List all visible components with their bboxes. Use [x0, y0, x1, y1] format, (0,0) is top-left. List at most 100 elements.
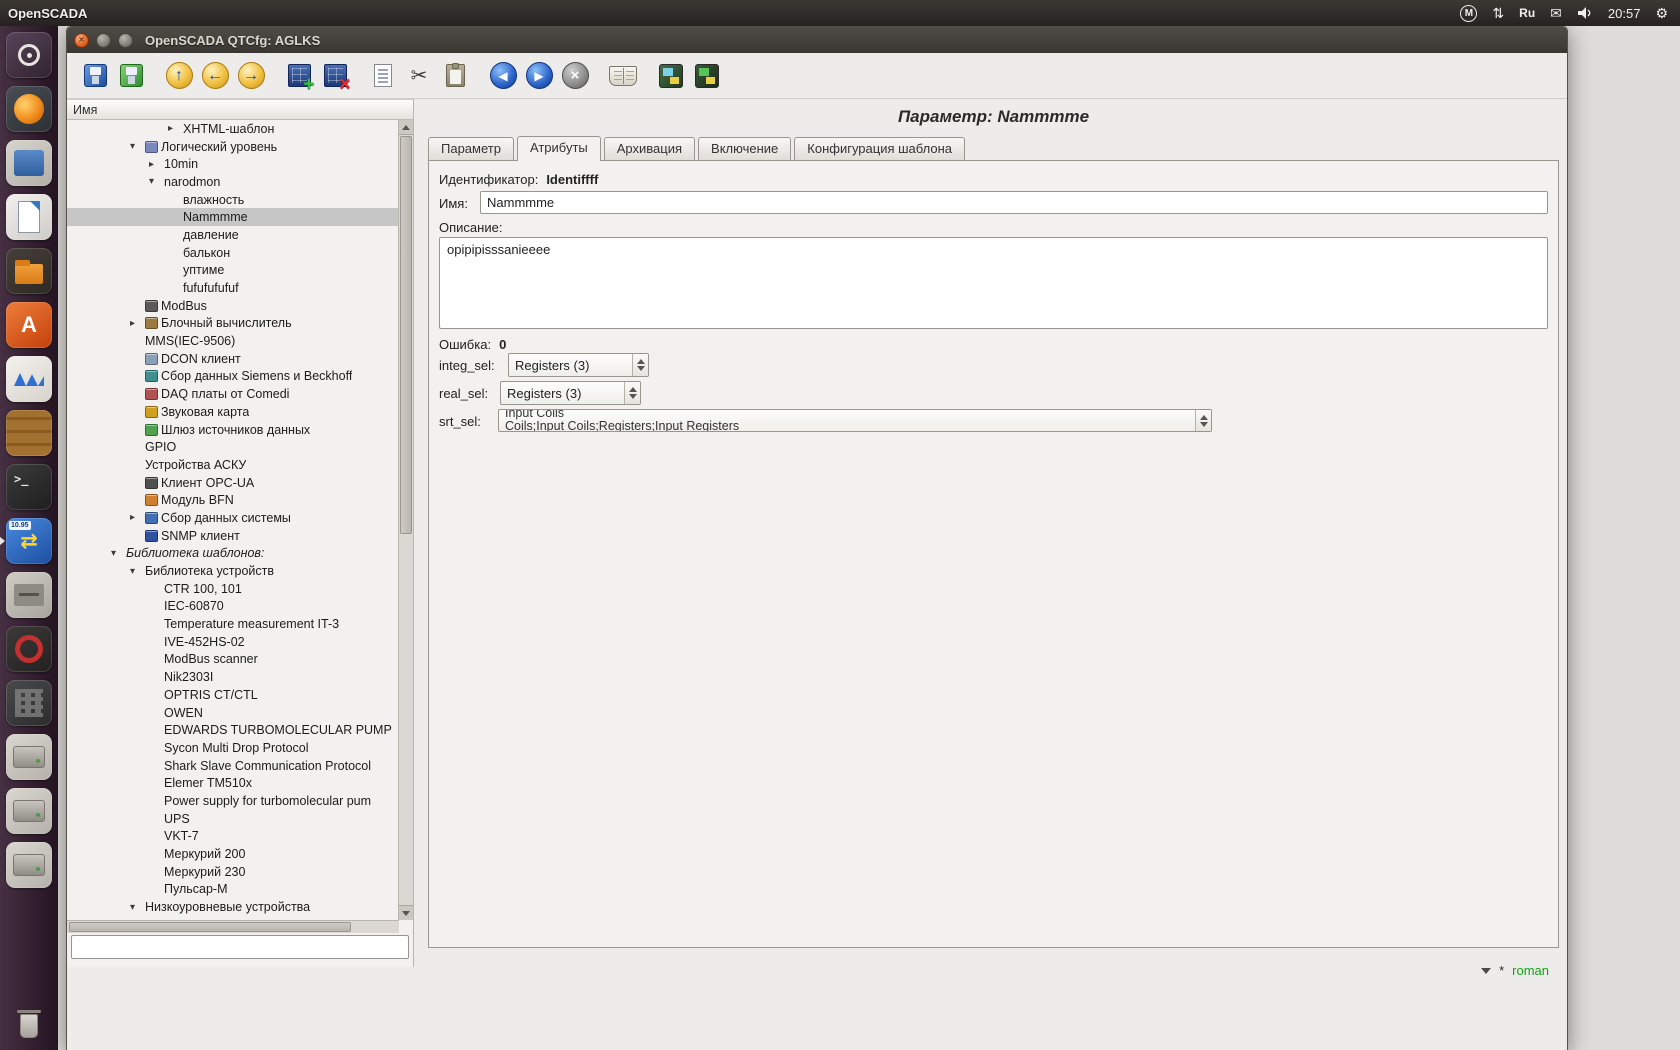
tree-expander-icon[interactable]: ▾ [130, 141, 145, 152]
session-gear-icon[interactable]: ⚙ [1655, 6, 1668, 20]
tree-item[interactable]: IEC-60870 [67, 598, 399, 616]
tree-item[interactable]: IVE-452HS-02 [67, 633, 399, 651]
tree-item[interactable]: Клиент OPC-UA [67, 474, 399, 492]
launcher-firefox-icon[interactable] [6, 86, 52, 132]
sync-arrows-icon[interactable]: ⇅ [1492, 6, 1504, 20]
tray-expander-icon[interactable] [1481, 968, 1491, 974]
tree-item[interactable]: DAQ платы от Comedi [67, 385, 399, 403]
tree-item[interactable]: ▾Библиотека устройств [67, 562, 399, 580]
tree-expander-icon[interactable]: ▾ [130, 902, 145, 913]
srt-sel-combobox[interactable]: Input Coils Coils;Input Coils;Registers;… [498, 409, 1212, 432]
cut-item-button[interactable]: ✂ [401, 58, 437, 94]
tree-item[interactable]: VKT-7 [67, 828, 399, 846]
tree-item[interactable]: ▸XHTML-шаблон [67, 120, 399, 138]
launcher-libreoffice-writer-icon[interactable] [6, 194, 52, 240]
launcher-media-player-icon[interactable] [6, 140, 52, 186]
tree-expander-icon[interactable]: ▸ [130, 318, 145, 329]
tree-item[interactable]: Шлюз источников данных [67, 421, 399, 439]
tree-item[interactable]: MMS(IEC-9506) [67, 332, 399, 350]
volume-icon[interactable] [1577, 6, 1593, 20]
tree-column-header[interactable]: Имя [67, 99, 413, 120]
horizontal-scroll-thumb[interactable] [69, 922, 351, 932]
tree-item[interactable]: fufufufufuf [67, 279, 399, 297]
tree-expander-icon[interactable]: ▸ [168, 123, 183, 134]
tab-attributes[interactable]: Атрибуты [517, 136, 601, 161]
tree-item[interactable]: UPS [67, 810, 399, 828]
tree-item[interactable]: Сбор данных Siemens и Beckhoff [67, 368, 399, 386]
delete-item-button[interactable]: × [317, 58, 353, 94]
tree-item[interactable]: ▾Библиотека шаблонов: [67, 545, 399, 563]
qtcfg-config-button[interactable] [653, 58, 689, 94]
tree-item[interactable]: ▾Низкоуровневые устройства [67, 898, 399, 916]
tree-item[interactable]: Меркурий 200 [67, 845, 399, 863]
tree-item[interactable]: ModBus scanner [67, 651, 399, 669]
tree-item[interactable]: Temperature measurement IT-3 [67, 615, 399, 633]
tree-item[interactable]: Устройства АСКУ [67, 456, 399, 474]
tree-item[interactable]: Звуковая карта [67, 403, 399, 421]
tree-item[interactable]: Elemer TM510x [67, 774, 399, 792]
up-level-button[interactable]: ↑ [161, 58, 197, 94]
launcher-files-icon[interactable] [6, 248, 52, 294]
launcher-wood-box-icon[interactable] [6, 410, 52, 456]
next-button[interactable]: → [233, 58, 269, 94]
tree-item[interactable]: давление [67, 226, 399, 244]
tab-parameter[interactable]: Параметр [428, 137, 514, 160]
launcher-openscada-icon[interactable]: 10.95 [6, 518, 52, 564]
tree-item[interactable]: OPTRIS CT/CTL [67, 686, 399, 704]
paste-item-button[interactable] [437, 58, 473, 94]
launcher-terminal-icon[interactable] [6, 464, 52, 510]
qtstarter-config-button[interactable] [689, 58, 725, 94]
tree-item[interactable]: SNMP клиент [67, 527, 399, 545]
add-item-button[interactable]: + [281, 58, 317, 94]
tree-filter-input[interactable] [71, 935, 409, 959]
stop-button[interactable]: × [557, 58, 593, 94]
launcher-disk-1-icon[interactable] [6, 734, 52, 780]
back-button[interactable]: ◀ [485, 58, 521, 94]
tree-horizontal-scrollbar[interactable] [67, 920, 399, 933]
name-input[interactable] [480, 191, 1548, 214]
spinner-arrows-icon[interactable] [1195, 410, 1211, 431]
tree-item[interactable]: влажность [67, 191, 399, 209]
tree-expander-icon[interactable]: ▾ [149, 176, 164, 187]
integ-sel-combobox[interactable]: Registers (3) [508, 353, 649, 377]
tree-item[interactable]: ▸Сбор данных системы [67, 509, 399, 527]
forward-button[interactable]: ▶ [521, 58, 557, 94]
tree-item[interactable]: Пульсар-М [67, 881, 399, 899]
tree-item[interactable]: Nik2303I [67, 668, 399, 686]
close-button[interactable] [74, 33, 89, 48]
tree-item[interactable]: балькон [67, 244, 399, 262]
tab-archiving[interactable]: Архивация [604, 137, 695, 160]
tree-item[interactable]: ▸10min [67, 155, 399, 173]
tree-item[interactable]: ModBus [67, 297, 399, 315]
tree-item[interactable]: Меркурий 230 [67, 863, 399, 881]
tree-expander-icon[interactable]: ▾ [130, 566, 145, 577]
manual-button[interactable] [605, 58, 641, 94]
tree-item[interactable]: уптиме [67, 262, 399, 280]
launcher-dash-home-icon[interactable] [6, 32, 52, 78]
tree-item[interactable]: Nammmme [67, 208, 399, 226]
launcher-system-monitor-icon[interactable] [6, 356, 52, 402]
mail-icon[interactable]: ✉ [1550, 6, 1562, 20]
tree-item[interactable]: DCON клиент [67, 350, 399, 368]
previous-button[interactable]: ← [197, 58, 233, 94]
vertical-scroll-thumb[interactable] [400, 136, 412, 534]
launcher-disk-3-icon[interactable] [6, 842, 52, 888]
window-titlebar[interactable]: OpenSCADA QTCfg: AGLKS [67, 27, 1567, 53]
maximize-button[interactable] [118, 33, 133, 48]
tree-expander-icon[interactable]: ▸ [149, 159, 164, 170]
minimize-button[interactable] [96, 33, 111, 48]
save-to-db-button[interactable] [113, 58, 149, 94]
tree-item[interactable]: Sycon Multi Drop Protocol [67, 739, 399, 757]
tab-template-config[interactable]: Конфигурация шаблона [794, 137, 965, 160]
description-textarea[interactable]: opipipisssanieeee [439, 237, 1548, 329]
launcher-archive-manager-icon[interactable] [6, 572, 52, 618]
tree-vertical-scrollbar[interactable] [398, 120, 413, 920]
spinner-arrows-icon[interactable] [632, 354, 648, 376]
keyboard-layout-indicator[interactable]: Ru [1519, 6, 1535, 20]
messaging-menu-icon[interactable]: M [1460, 5, 1477, 22]
load-from-db-button[interactable] [77, 58, 113, 94]
clock[interactable]: 20:57 [1608, 6, 1641, 21]
tree-expander-icon[interactable]: ▸ [130, 512, 145, 523]
tab-enable[interactable]: Включение [698, 137, 791, 160]
launcher-disk-2-icon[interactable] [6, 788, 52, 834]
